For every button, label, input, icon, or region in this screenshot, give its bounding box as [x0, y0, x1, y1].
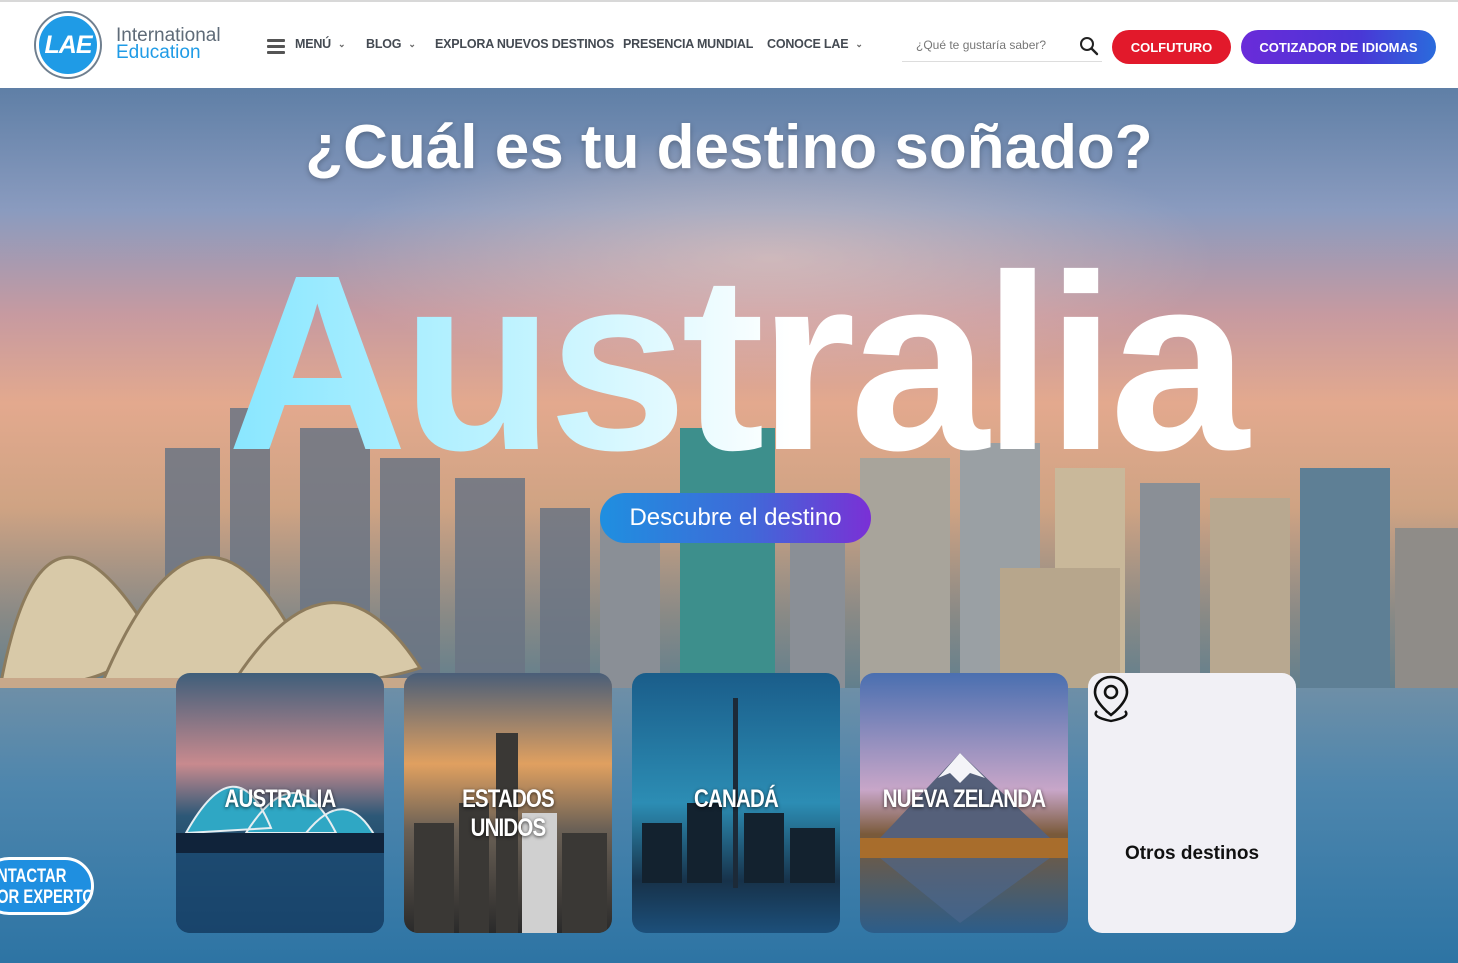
contact-expert-line1: NTACTAR — [0, 866, 67, 887]
nav-presencia-label: PRESENCIA MUNDIAL — [623, 37, 754, 51]
destination-card-estados-unidos[interactable]: ESTADOS UNIDOS — [404, 673, 612, 933]
chevron-down-icon: ⌄ — [408, 39, 416, 49]
contact-expert-button[interactable]: NTACTAR OR EXPERTO — [0, 857, 94, 915]
search-icon[interactable] — [1079, 36, 1099, 56]
nav-explora-label: EXPLORA NUEVOS DESTINOS — [435, 37, 614, 51]
other-destinations-label: Otros destinos — [1124, 843, 1260, 864]
nav-blog-label: BLOG — [366, 37, 402, 51]
nav-menu[interactable]: MENÚ ⌄ — [295, 37, 346, 51]
nav-conoce[interactable]: CONOCE LAE ⌄ — [767, 37, 863, 51]
logo-wordmark[interactable]: International Education — [116, 26, 221, 63]
search-box — [902, 32, 1102, 62]
location-pin-icon — [1093, 675, 1129, 723]
destination-label: CANADÁ — [694, 785, 779, 813]
logo-line2: Education — [116, 42, 201, 63]
destination-label: NUEVA ZELANDA — [882, 785, 1046, 813]
logo-mark: LAE — [44, 30, 93, 59]
contact-expert-line2: OR EXPERTO — [0, 887, 94, 908]
nav-blog[interactable]: BLOG ⌄ — [366, 37, 416, 51]
destination-label: AUSTRALIA — [224, 785, 336, 813]
nav-explora[interactable]: EXPLORA NUEVOS DESTINOS — [435, 37, 614, 51]
nav-conoce-label: CONOCE LAE — [767, 37, 849, 51]
featured-destination-word: Australia — [180, 238, 1290, 488]
cotizador-idiomas-button[interactable]: COTIZADOR DE IDIOMAS — [1241, 30, 1436, 64]
lae-logo[interactable]: LAE — [36, 13, 100, 77]
other-destinations-card[interactable]: Otros destinos — [1088, 673, 1296, 933]
site-header: LAE International Education MENÚ ⌄ BLOG ⌄ … — [0, 2, 1458, 88]
nav-presencia[interactable]: PRESENCIA MUNDIAL — [623, 37, 753, 51]
nav-menu-label: MENÚ — [295, 37, 332, 51]
destination-label: ESTADOS UNIDOS — [462, 785, 555, 842]
destination-card-australia[interactable]: AUSTRALIA — [176, 673, 384, 933]
destination-card-canada[interactable]: CANADÁ — [632, 673, 840, 933]
destination-card-nueva-zelanda[interactable]: NUEVA ZELANDA — [860, 673, 1068, 933]
hamburger-icon[interactable] — [267, 39, 285, 54]
colfuturo-button[interactable]: COLFUTURO — [1112, 30, 1231, 64]
chevron-down-icon: ⌄ — [338, 39, 346, 49]
hero-banner: ¿Cuál es tu destino soñado? Australia De… — [0, 88, 1458, 963]
discover-destination-button[interactable]: Descubre el destino — [600, 493, 871, 543]
chevron-down-icon: ⌄ — [855, 39, 863, 49]
search-input[interactable] — [916, 38, 1066, 52]
hero-title: ¿Cuál es tu destino soñado? — [305, 113, 1153, 182]
